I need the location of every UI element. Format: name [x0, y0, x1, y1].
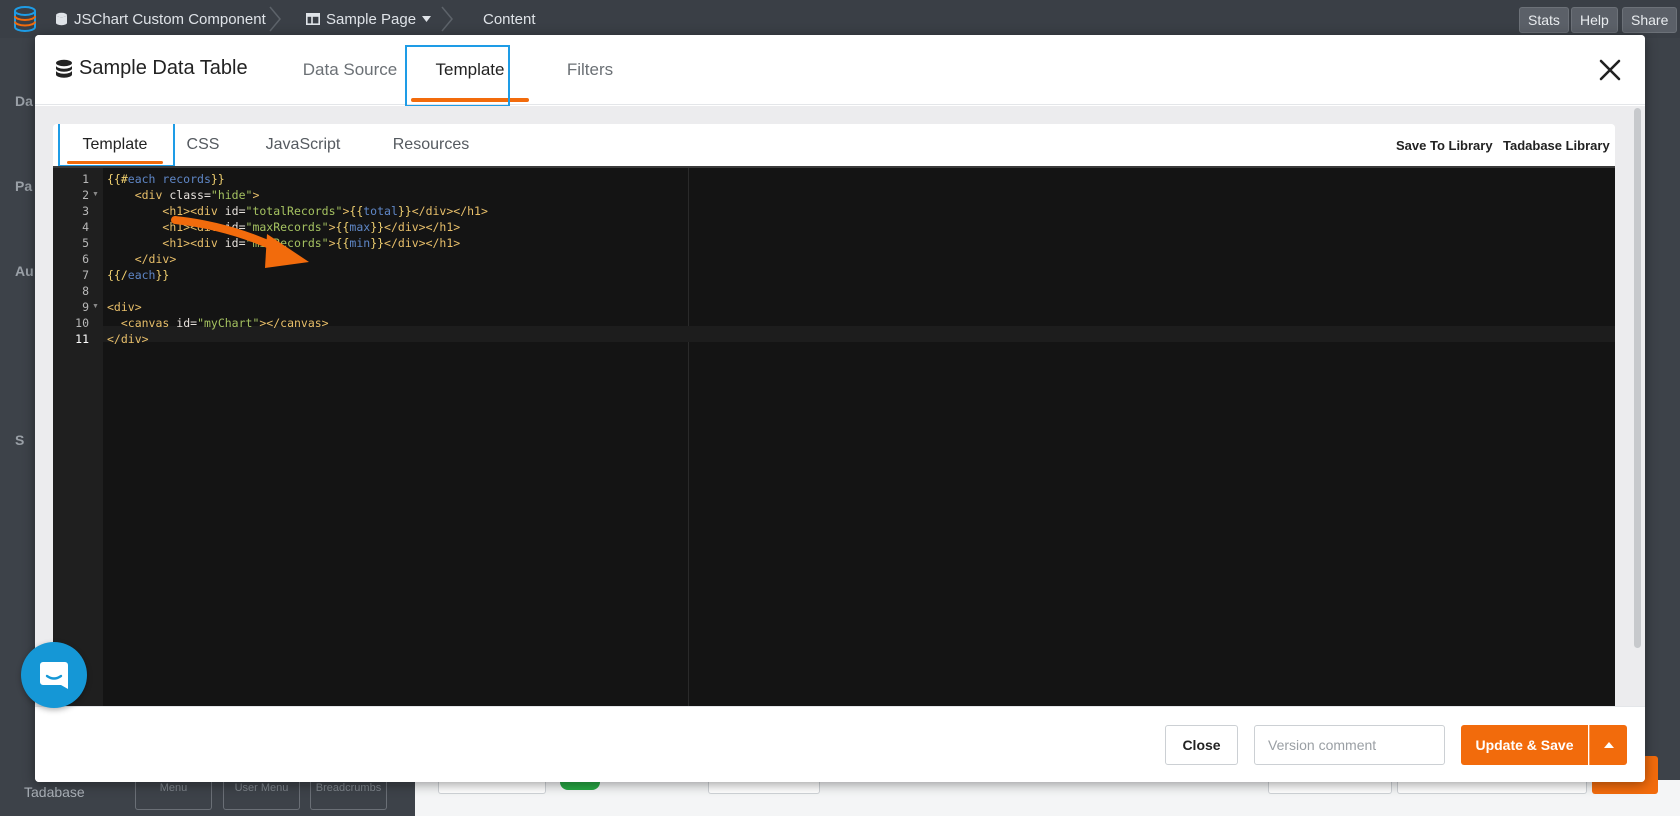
print-margin — [688, 168, 689, 706]
background-user-menu-box: User Menu — [223, 780, 300, 810]
share-button[interactable]: Share — [1622, 7, 1678, 33]
code-line: {{/each}} — [107, 268, 170, 282]
background-field — [1397, 780, 1587, 794]
background-sidebar — [0, 38, 35, 816]
database-logo-icon[interactable] — [10, 4, 40, 34]
subtab-css[interactable]: CSS — [173, 124, 233, 166]
background-field — [438, 780, 546, 794]
tab-highlight-box — [405, 45, 510, 107]
breadcrumb-chevron-icon — [269, 6, 281, 32]
background-nav-item: Da — [15, 93, 33, 109]
background-field — [708, 780, 820, 794]
tab-filters[interactable]: Filters — [530, 35, 650, 105]
breadcrumb-page[interactable]: Sample Page — [306, 0, 432, 38]
code-line: {{#each records}} — [107, 172, 225, 186]
tab-data-source[interactable]: Data Source — [285, 35, 415, 105]
update-save-button[interactable]: Update & Save — [1461, 725, 1588, 765]
line-number: 8 — [82, 284, 89, 298]
line-number: 6 — [82, 252, 89, 266]
code-line: <div class="hide"> — [134, 188, 260, 202]
database-icon — [56, 12, 67, 26]
line-number: 3 — [82, 204, 89, 218]
breadcrumb-app-label: JSChart Custom Component — [74, 10, 266, 28]
close-icon[interactable] — [1597, 57, 1623, 83]
line-number: 2 — [82, 188, 89, 202]
code-line: </div> — [107, 332, 149, 346]
line-number: 7 — [82, 268, 89, 282]
subtab-resources[interactable]: Resources — [371, 124, 491, 166]
breadcrumb-section-label: Content — [483, 10, 536, 28]
subtab-resources-label: Resources — [392, 136, 470, 153]
line-number: 1 — [82, 172, 89, 186]
code-line: <div> — [107, 300, 142, 314]
help-button[interactable]: Help — [1571, 7, 1618, 33]
caret-down-icon — [422, 16, 432, 22]
database-icon — [56, 59, 72, 78]
active-line-highlight — [103, 326, 1615, 342]
top-bar: JSChart Custom Component Sample Page Con… — [0, 0, 1680, 38]
save-options-dropdown-button[interactable] — [1589, 725, 1627, 765]
subtab-javascript-label: JavaScript — [265, 136, 341, 153]
modal-header: Sample Data Table Data Source Template F… — [35, 35, 1645, 107]
tab-data-source-label: Data Source — [302, 60, 398, 79]
subtab-css-label: CSS — [186, 136, 220, 153]
save-to-library-link[interactable]: Save To Library — [1396, 124, 1493, 166]
breadcrumb-page-label: Sample Page — [326, 10, 417, 28]
version-comment-input[interactable] — [1254, 725, 1445, 765]
breadcrumb-section[interactable]: Content — [483, 0, 536, 38]
background-label: Tadabase — [24, 784, 85, 800]
line-number: 5 — [82, 236, 89, 250]
line-number: 4 — [82, 220, 89, 234]
background-field — [1268, 780, 1392, 794]
editor-card: Template CSS JavaScript Resources Save T… — [53, 124, 1615, 706]
code-line: <canvas id="myChart"></canvas> — [120, 316, 329, 330]
component-modal: Sample Data Table Data Source Template F… — [35, 35, 1645, 782]
subtab-javascript[interactable]: JavaScript — [243, 124, 363, 166]
caret-up-icon — [1603, 742, 1614, 748]
breadcrumb-chevron-icon — [441, 6, 453, 32]
line-number: 10 — [75, 316, 89, 330]
tadabase-library-link[interactable]: Tadabase Library — [1503, 124, 1610, 166]
close-button[interactable]: Close — [1165, 725, 1238, 765]
fold-arrow-icon[interactable]: ▼ — [92, 299, 99, 315]
subtab-highlight-box — [58, 124, 175, 167]
breadcrumb-app[interactable]: JSChart Custom Component — [55, 0, 266, 38]
background-breadcrumbs-box: Breadcrumbs — [310, 780, 387, 810]
background-menu-box: Menu — [135, 780, 212, 810]
layout-icon — [306, 13, 320, 25]
annotation-arrow-icon — [171, 216, 309, 268]
line-number: 9 — [82, 300, 89, 314]
modal-footer: Close Update & Save — [35, 706, 1645, 782]
editor-subtabs: Template CSS JavaScript Resources Save T… — [53, 124, 1615, 167]
modal-scrollbar[interactable] — [1634, 108, 1641, 648]
chat-icon — [40, 662, 68, 689]
background-nav-item: Pa — [15, 178, 33, 194]
modal-title: Sample Data Table — [55, 57, 248, 80]
tab-filters-label: Filters — [566, 60, 614, 79]
stats-button[interactable]: Stats — [1519, 7, 1569, 33]
background-nav-item: Au — [15, 263, 34, 279]
code-line: </div> — [134, 252, 177, 266]
line-number: 11 — [75, 332, 89, 346]
modal-body: Template CSS JavaScript Resources Save T… — [35, 106, 1645, 706]
fold-arrow-icon[interactable]: ▼ — [92, 187, 99, 203]
modal-title-label: Sample Data Table — [79, 57, 248, 79]
background-nav-item: S — [15, 432, 25, 448]
chat-widget-button[interactable] — [21, 642, 87, 708]
